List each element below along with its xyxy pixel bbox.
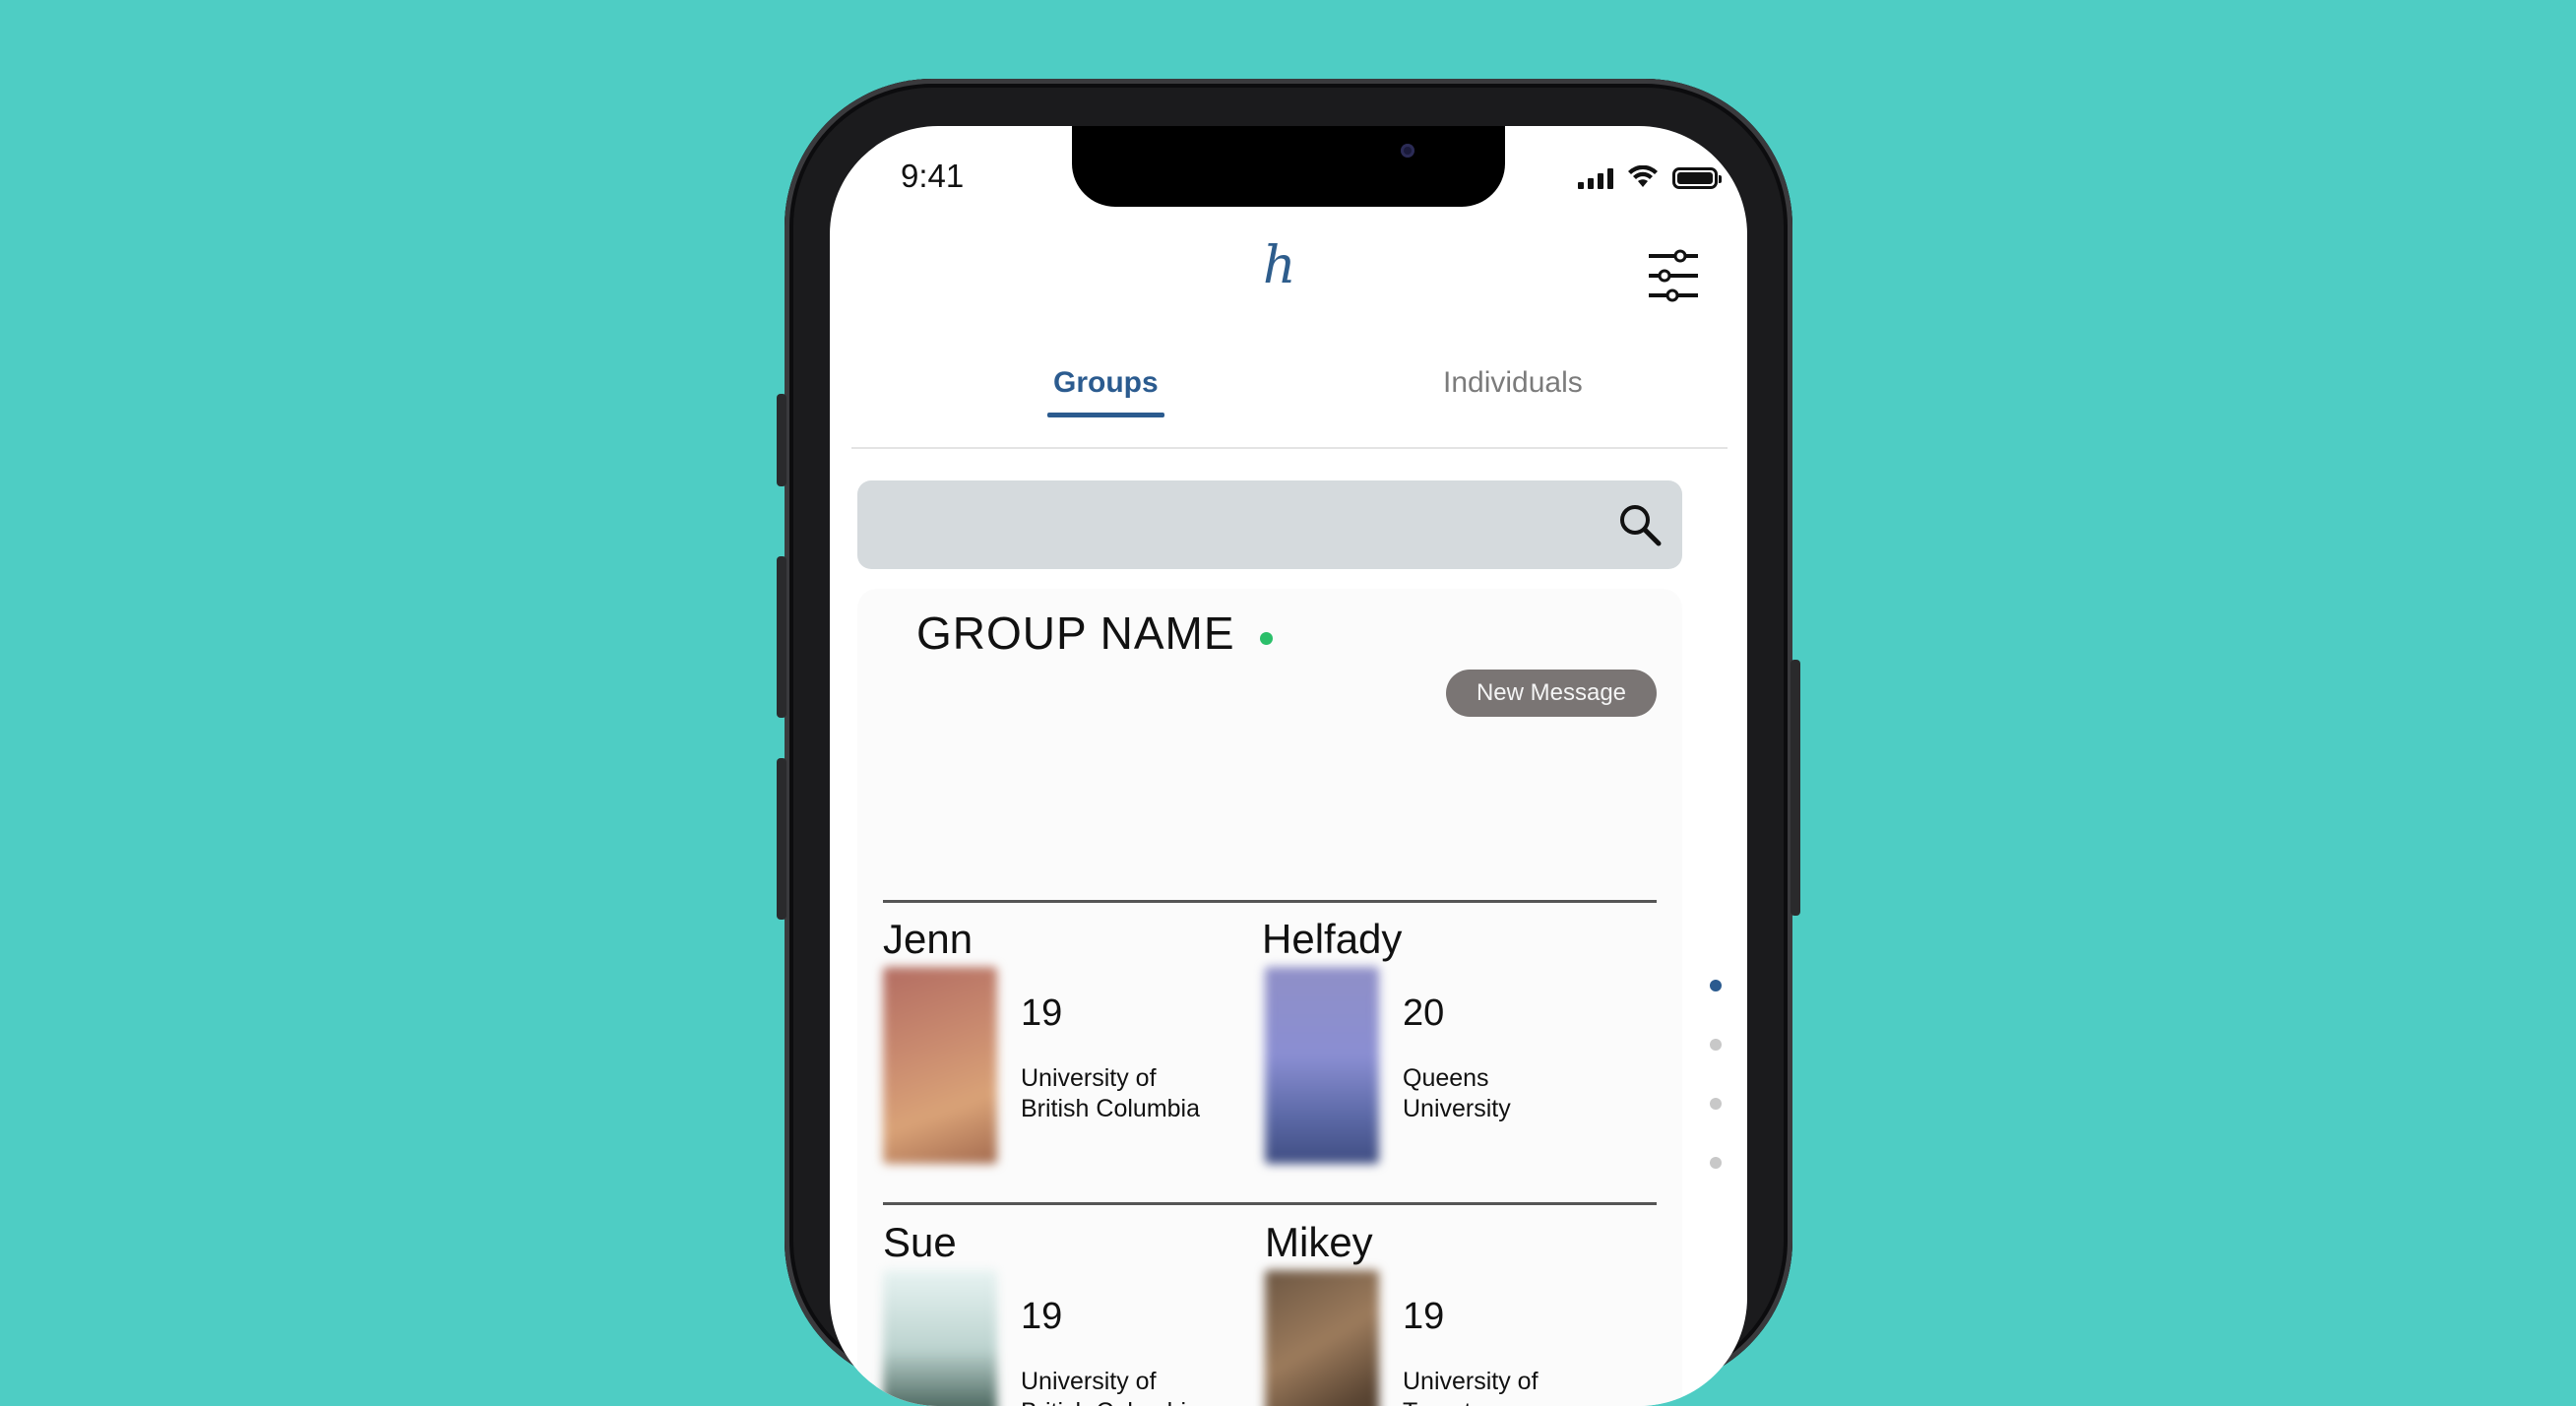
battery-icon <box>1672 167 1722 189</box>
new-message-button[interactable]: New Message <box>1446 670 1657 717</box>
member-photo <box>1265 967 1379 1164</box>
tab-bar: Groups Individuals <box>851 362 1728 449</box>
page-dot-2[interactable] <box>1710 1039 1722 1051</box>
online-status-indicator <box>1260 632 1273 645</box>
app-logo: h <box>1263 236 1296 295</box>
page-dot-3[interactable] <box>1710 1098 1722 1110</box>
status-icons <box>1578 165 1722 189</box>
page-dot-1[interactable] <box>1710 980 1722 991</box>
tab-individuals[interactable]: Individuals <box>1443 366 1583 417</box>
member-age: 19 <box>1021 1296 1063 1337</box>
member-age: 20 <box>1403 992 1445 1034</box>
group-name: GROUP NAME <box>916 607 1235 659</box>
member-school: University of Toronto <box>1403 1368 1539 1406</box>
search-icon[interactable] <box>1617 502 1663 547</box>
member-age: 19 <box>1021 992 1063 1034</box>
member-school: University of British Columbia <box>1021 1368 1200 1406</box>
member-age: 19 <box>1403 1296 1445 1337</box>
member-school: University of British Columbia <box>1021 1064 1201 1122</box>
page-dot-4[interactable] <box>1710 1157 1722 1169</box>
tab-groups[interactable]: Groups <box>1047 366 1164 417</box>
member-photo <box>883 967 997 1164</box>
phone-screen: 9:41 h Groups Individuals GROUP NAME New… <box>830 126 1747 1406</box>
volume-up-button <box>777 556 786 718</box>
member-photo <box>1265 1270 1379 1406</box>
front-camera <box>1401 144 1414 158</box>
page-indicator <box>1710 980 1722 1216</box>
volume-down-button <box>777 758 786 920</box>
member-school: Queens University <box>1403 1064 1511 1122</box>
search-bar[interactable] <box>857 480 1682 571</box>
filter-settings-icon[interactable] <box>1647 248 1700 303</box>
status-time: 9:41 <box>901 158 965 194</box>
wifi-icon <box>1628 165 1658 187</box>
divider <box>883 1202 1657 1205</box>
member-name: Jenn <box>883 916 974 962</box>
member-name: Helfady <box>1262 916 1403 962</box>
cellular-signal-icon <box>1578 167 1613 189</box>
silent-switch <box>777 394 786 486</box>
member-photo <box>883 1270 997 1406</box>
power-button <box>1791 660 1800 916</box>
member-name: Sue <box>883 1219 957 1265</box>
notch <box>1072 126 1505 207</box>
divider <box>883 900 1657 903</box>
member-name: Mikey <box>1265 1219 1373 1265</box>
search-input[interactable] <box>877 480 1570 571</box>
group-card: GROUP NAME New Message Jenn 19 Universit… <box>857 589 1682 1406</box>
